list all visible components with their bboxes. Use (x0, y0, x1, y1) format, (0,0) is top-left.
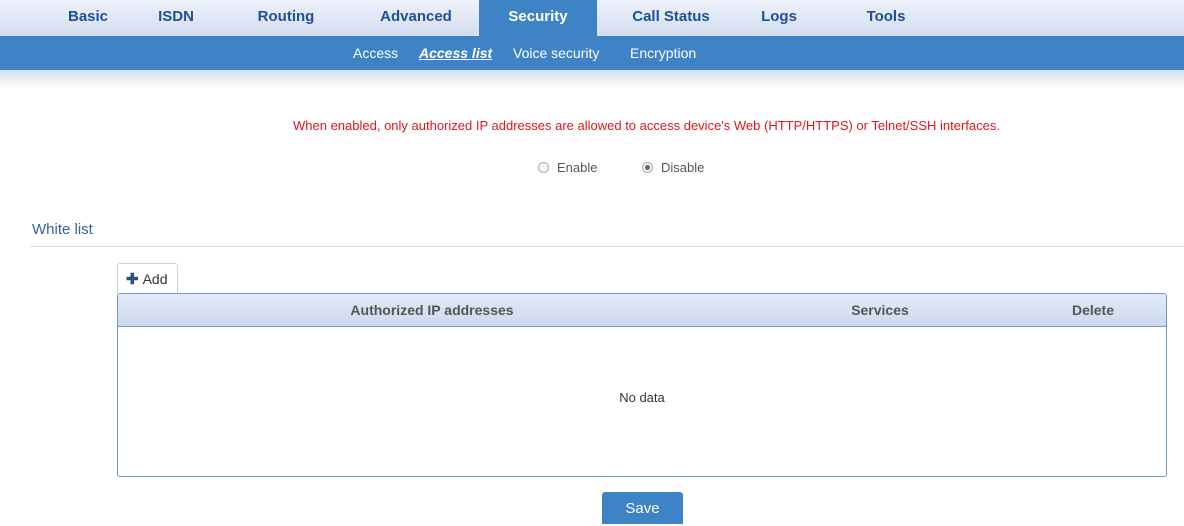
disable-radio-label: Disable (661, 160, 705, 175)
subnav-encryption[interactable]: Encryption (630, 37, 696, 70)
tab-basic[interactable]: Basic (44, 0, 132, 36)
tab-logs[interactable]: Logs (744, 0, 814, 36)
tab-security[interactable]: Security (479, 0, 597, 36)
disable-radio-icon[interactable] (642, 162, 653, 173)
subnav-access-list[interactable]: Access list (419, 37, 492, 70)
tab-call-status[interactable]: Call Status (612, 0, 730, 36)
empty-message: No data (619, 390, 665, 405)
enable-radio[interactable]: Enable (538, 160, 597, 175)
tab-isdn[interactable]: ISDN (134, 0, 218, 36)
top-navigation: Basic ISDN Routing Advanced Security Cal… (0, 0, 1184, 37)
subnav-access[interactable]: Access (353, 37, 398, 70)
column-header-services: Services (851, 302, 909, 318)
sub-navigation: Access Access list Voice security Encryp… (0, 37, 1184, 70)
plus-icon: ✚ (126, 271, 139, 288)
access-list-notice: When enabled, only authorized IP address… (293, 118, 1000, 133)
enable-radio-label: Enable (557, 160, 598, 175)
enable-radio-icon[interactable] (538, 162, 549, 173)
tab-routing[interactable]: Routing (236, 0, 336, 36)
save-button[interactable]: Save (602, 492, 683, 524)
whitelist-table: Authorized IP addresses Services Delete … (117, 293, 1167, 477)
column-header-ip: Authorized IP addresses (350, 302, 514, 318)
disable-radio[interactable]: Disable (642, 160, 704, 175)
column-header-delete: Delete (1071, 302, 1115, 318)
subnav-shadow (0, 70, 1184, 88)
add-button-label: Add (142, 271, 168, 287)
table-header: Authorized IP addresses Services Delete (118, 294, 1166, 327)
tab-tools[interactable]: Tools (850, 0, 922, 36)
add-button[interactable]: ✚ Add (117, 263, 178, 293)
whitelist-title: White list (32, 221, 93, 238)
tab-advanced[interactable]: Advanced (356, 0, 476, 36)
section-divider (30, 246, 1184, 247)
subnav-voice-security[interactable]: Voice security (513, 37, 599, 70)
